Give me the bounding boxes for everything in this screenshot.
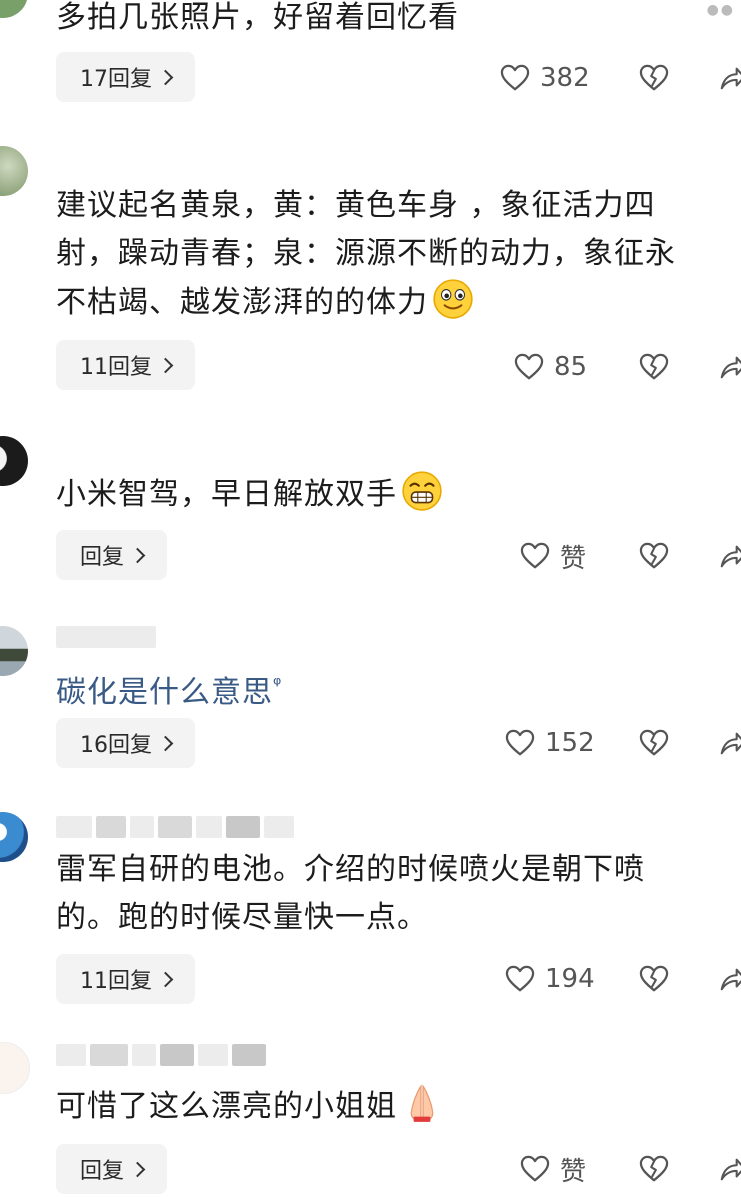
reply-button[interactable]: 回复: [56, 1144, 168, 1194]
reply-label: 16回复: [80, 733, 152, 758]
comment-text-line: 的。跑的时候尽量快一点。: [56, 900, 428, 935]
comment-text-fragment: 可惜了这么漂亮的小姐姐: [56, 1089, 397, 1124]
blur-block: [130, 816, 154, 838]
reply-button[interactable]: 11回复: [56, 340, 195, 390]
chevron-right-icon: [157, 69, 174, 85]
comment-text[interactable]: 碳化是什么意思ᵠ: [56, 660, 736, 717]
comment-text-line: 雷军自研的电池。介绍的时候喷火是朝下喷: [56, 852, 645, 887]
share-icon[interactable]: [718, 729, 741, 757]
pray-hands-emoji: [410, 1084, 434, 1122]
blur-block: [158, 816, 192, 838]
like-button[interactable]: 赞: [520, 1151, 586, 1187]
dislike-icon[interactable]: [639, 353, 669, 381]
grin-emoji: [402, 471, 442, 511]
like-count: 194: [545, 964, 595, 994]
avatar[interactable]: [0, 436, 28, 486]
blur-block: [196, 816, 222, 838]
blur-block: [56, 626, 156, 648]
dislike-icon[interactable]: [639, 965, 669, 993]
share-icon[interactable]: [718, 353, 741, 381]
comment-text-fragment: 小米智驾，早日解放双手: [56, 477, 397, 512]
dislike-icon[interactable]: [639, 64, 669, 92]
blur-block: [160, 1044, 194, 1066]
reply-label: 回复: [80, 1159, 125, 1184]
chevron-right-icon: [157, 357, 174, 373]
reply-label: 17回复: [80, 67, 152, 92]
like-button[interactable]: 赞: [520, 538, 586, 574]
like-button[interactable]: 194: [505, 961, 595, 997]
like-button[interactable]: 85: [514, 349, 587, 385]
heart-icon: [505, 729, 535, 757]
reply-label: 回复: [80, 545, 125, 570]
dislike-icon[interactable]: [639, 1155, 669, 1183]
like-button[interactable]: 152: [505, 725, 595, 761]
avatar[interactable]: [0, 812, 28, 862]
search-hint-icon: ᵠ: [273, 672, 283, 696]
share-icon[interactable]: [718, 64, 741, 92]
comment-text: 小米智驾，早日解放双手: [56, 470, 736, 519]
heart-icon: [520, 542, 550, 570]
like-count: 赞: [560, 543, 587, 574]
like-button[interactable]: 382: [500, 60, 590, 96]
comment-text-line: 建议起名黄泉，黄：黄色车身 ，象征活力四: [56, 188, 656, 223]
comment-text: 建议起名黄泉，黄：黄色车身 ，象征活力四 射，躁动青春；泉：源源不断的动力，象征…: [56, 182, 736, 327]
heart-icon: [514, 353, 544, 381]
chevron-right-icon: [157, 971, 174, 987]
blur-block: [90, 1044, 128, 1066]
avatar[interactable]: [0, 146, 28, 196]
reply-button[interactable]: 回复: [56, 530, 168, 580]
blur-block: [264, 816, 294, 838]
comment-text-line: 不枯竭、越发澎湃的的体力: [56, 278, 736, 327]
like-count: 赞: [560, 1156, 587, 1187]
blur-block: [96, 816, 126, 838]
chevron-right-icon: [129, 547, 146, 563]
heart-icon: [505, 965, 535, 993]
comment-text: 雷军自研的电池。介绍的时候喷火是朝下喷 的。跑的时候尽量快一点。: [56, 846, 736, 942]
blur-block: [132, 1044, 156, 1066]
avatar[interactable]: [0, 0, 28, 18]
comment-text-line: 射，躁动青春；泉：源源不断的动力，象征永: [56, 236, 676, 271]
like-count: 85: [554, 352, 588, 382]
reply-button[interactable]: 11回复: [56, 954, 195, 1004]
heart-icon: [520, 1155, 550, 1183]
like-count: 382: [540, 63, 590, 93]
avatar[interactable]: [0, 626, 28, 676]
avatar[interactable]: [0, 1042, 30, 1094]
reply-button[interactable]: 17回复: [56, 52, 195, 102]
share-icon[interactable]: [718, 1155, 741, 1183]
chevron-right-icon: [129, 1161, 146, 1177]
reply-label: 11回复: [80, 355, 152, 380]
username-redacted: [56, 1044, 266, 1066]
username-redacted: [56, 816, 294, 838]
search-link-text[interactable]: 碳化是什么意思: [56, 675, 273, 710]
blur-block: [56, 816, 92, 838]
comment-text: 多拍几张照片，好留着回忆看: [56, 0, 459, 35]
chevron-right-icon: [157, 735, 174, 751]
share-icon[interactable]: [718, 965, 741, 993]
heart-icon: [500, 64, 530, 92]
dislike-icon[interactable]: [639, 729, 669, 757]
username-redacted: [56, 626, 156, 648]
comment-text-fragment: 不枯竭、越发澎湃的的体力: [56, 285, 428, 320]
reply-button[interactable]: 16回复: [56, 718, 195, 768]
share-icon[interactable]: [718, 542, 741, 570]
blur-block: [198, 1044, 228, 1066]
comment-text: 可惜了这么漂亮的小姐姐: [56, 1082, 736, 1131]
smile-emoji: [433, 279, 473, 319]
blur-block: [56, 1044, 86, 1066]
reply-label: 11回复: [80, 969, 152, 994]
dislike-icon[interactable]: [639, 542, 669, 570]
blur-block: [226, 816, 260, 838]
blur-block: [232, 1044, 266, 1066]
like-count: 152: [545, 728, 595, 758]
